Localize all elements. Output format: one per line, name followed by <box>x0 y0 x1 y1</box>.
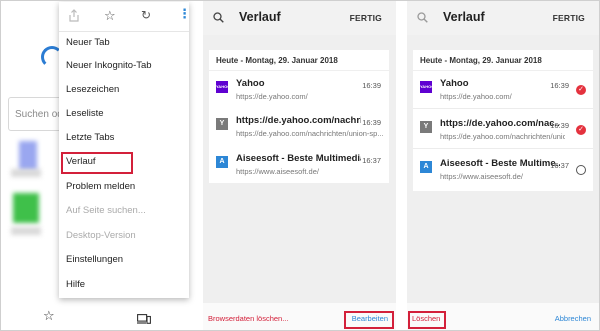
entry-time: 16:39 <box>362 118 381 127</box>
history-entry-aiseesoft[interactable]: A Aiseesoft - Beste Multimedia, M... htt… <box>209 146 389 183</box>
menu-item-bookmarks[interactable]: Lesezeichen <box>59 79 189 101</box>
entry-title: Yahoo <box>236 78 265 89</box>
yahoo-favicon-icon: YAHOO! <box>420 81 436 93</box>
done-button[interactable]: FERTIG <box>350 13 382 23</box>
page-title: Verlauf <box>239 10 281 24</box>
history-entry-yahoo-news[interactable]: Y https://de.yahoo.com/nachricht... http… <box>209 108 389 145</box>
history-entry-aiseesoft[interactable]: A Aiseesoft - Beste Multime... https://w… <box>413 151 593 189</box>
blurred-shortcut-tile[interactable] <box>19 141 37 171</box>
date-header: Heute - Montag, 29. Januar 2018 <box>209 50 389 70</box>
menu-item-settings[interactable]: Einstellungen <box>59 249 189 271</box>
clear-browsing-data-button[interactable]: Browserdaten löschen... <box>208 314 288 323</box>
history-entry-yahoo-news[interactable]: Y https://de.yahoo.com/nac... https://de… <box>413 111 593 149</box>
star-icon[interactable]: ☆ <box>104 8 116 24</box>
entry-url: https://de.yahoo.com/ <box>236 92 308 101</box>
entry-title: Aiseesoft - Beste Multimedia, M... <box>236 153 361 164</box>
refresh-icon[interactable]: ↻ <box>141 8 151 22</box>
entry-time: 16:39 <box>550 81 569 90</box>
history-edit-panel: Verlauf FERTIG Heute - Montag, 29. Janua… <box>407 1 599 330</box>
date-header: Heute - Montag, 29. Januar 2018 <box>413 50 593 70</box>
highlight-box-delete <box>408 311 446 329</box>
share-icon[interactable] <box>69 9 79 25</box>
history-header: Verlauf FERTIG <box>203 1 396 35</box>
menu-item-find-in-page[interactable]: Auf Seite suchen... <box>59 200 189 222</box>
entry-url: https://de.yahoo.com/ <box>440 92 512 101</box>
letter-favicon-icon: A <box>420 161 432 173</box>
highlight-box-edit <box>344 311 394 329</box>
entry-title: https://de.yahoo.com/nachricht... <box>236 115 361 126</box>
entry-url: https://de.yahoo.com/nachrichten/union-s… <box>236 129 384 138</box>
more-vert-icon[interactable]: ⋮ <box>178 6 191 22</box>
highlight-box-history <box>61 152 133 174</box>
letter-favicon-icon: Y <box>216 118 228 130</box>
menu-item-recent-tabs[interactable]: Letzte Tabs <box>59 127 189 149</box>
checkmark-selected-icon[interactable]: ✓ <box>576 125 586 135</box>
entry-time: 16:39 <box>550 121 569 130</box>
menu-item-new-tab[interactable]: Neuer Tab <box>59 32 189 54</box>
blurred-shortcut-tile[interactable] <box>11 227 41 235</box>
search-icon[interactable] <box>213 10 224 23</box>
menu-item-new-incognito-tab[interactable]: Neuer Inkognito-Tab <box>59 55 189 77</box>
blurred-shortcut-tile[interactable] <box>11 169 41 177</box>
menu-item-reading-list[interactable]: Leseliste <box>59 103 189 125</box>
history-entry-yahoo[interactable]: YAHOO! Yahoo https://de.yahoo.com/ 16:39 <box>209 71 389 108</box>
browser-menu-panel: Suchen ode ☆ ↻ ⋮ Neuer Tab Neuer Inkogni… <box>1 1 201 330</box>
letter-favicon-icon: A <box>216 156 228 168</box>
checkmark-selected-icon[interactable]: ✓ <box>576 85 586 95</box>
entry-time: 16:37 <box>550 161 569 170</box>
done-button[interactable]: FERTIG <box>553 13 585 23</box>
entry-url: https://www.aiseesoft.de/ <box>236 167 319 176</box>
history-header: Verlauf FERTIG <box>407 1 599 35</box>
history-panel: Verlauf FERTIG Heute - Montag, 29. Janua… <box>203 1 396 330</box>
page-title: Verlauf <box>443 10 485 24</box>
blurred-shortcut-tile[interactable] <box>13 193 39 223</box>
history-list: YAHOO! Yahoo https://de.yahoo.com/ 16:39… <box>413 71 593 191</box>
history-list: YAHOO! Yahoo https://de.yahoo.com/ 16:39… <box>209 71 389 183</box>
devices-icon[interactable] <box>137 311 151 324</box>
menu-item-help[interactable]: Hilfe <box>59 274 189 296</box>
entry-url: https://www.aiseesoft.de/ <box>440 172 523 181</box>
history-entry-yahoo[interactable]: YAHOO! Yahoo https://de.yahoo.com/ 16:39… <box>413 71 593 109</box>
letter-favicon-icon: Y <box>420 121 432 133</box>
entry-time: 16:37 <box>362 156 381 165</box>
menu-item-report-problem[interactable]: Problem melden <box>59 176 189 198</box>
entry-title: Yahoo <box>440 78 469 89</box>
bottom-toolbar: ☆ <box>1 302 201 330</box>
unselected-circle-icon[interactable] <box>576 165 586 175</box>
entry-time: 16:39 <box>362 81 381 90</box>
menu-item-desktop-version[interactable]: Desktop-Version <box>59 225 189 247</box>
menu-toolbar: ☆ ↻ ⋮ <box>59 2 191 32</box>
yahoo-favicon-icon: YAHOO! <box>216 81 232 93</box>
overflow-menu: ☆ ↻ ⋮ Neuer Tab Neuer Inkognito-Tab Lese… <box>59 2 191 298</box>
entry-url: https://de.yahoo.com/nachrichten/union-.… <box>440 132 565 141</box>
search-icon <box>417 10 428 23</box>
star-outline-icon[interactable]: ☆ <box>43 308 55 324</box>
entry-title: https://de.yahoo.com/nac... <box>440 118 560 129</box>
entry-title: Aiseesoft - Beste Multime... <box>440 158 560 169</box>
cancel-button[interactable]: Abbrechen <box>555 314 591 323</box>
